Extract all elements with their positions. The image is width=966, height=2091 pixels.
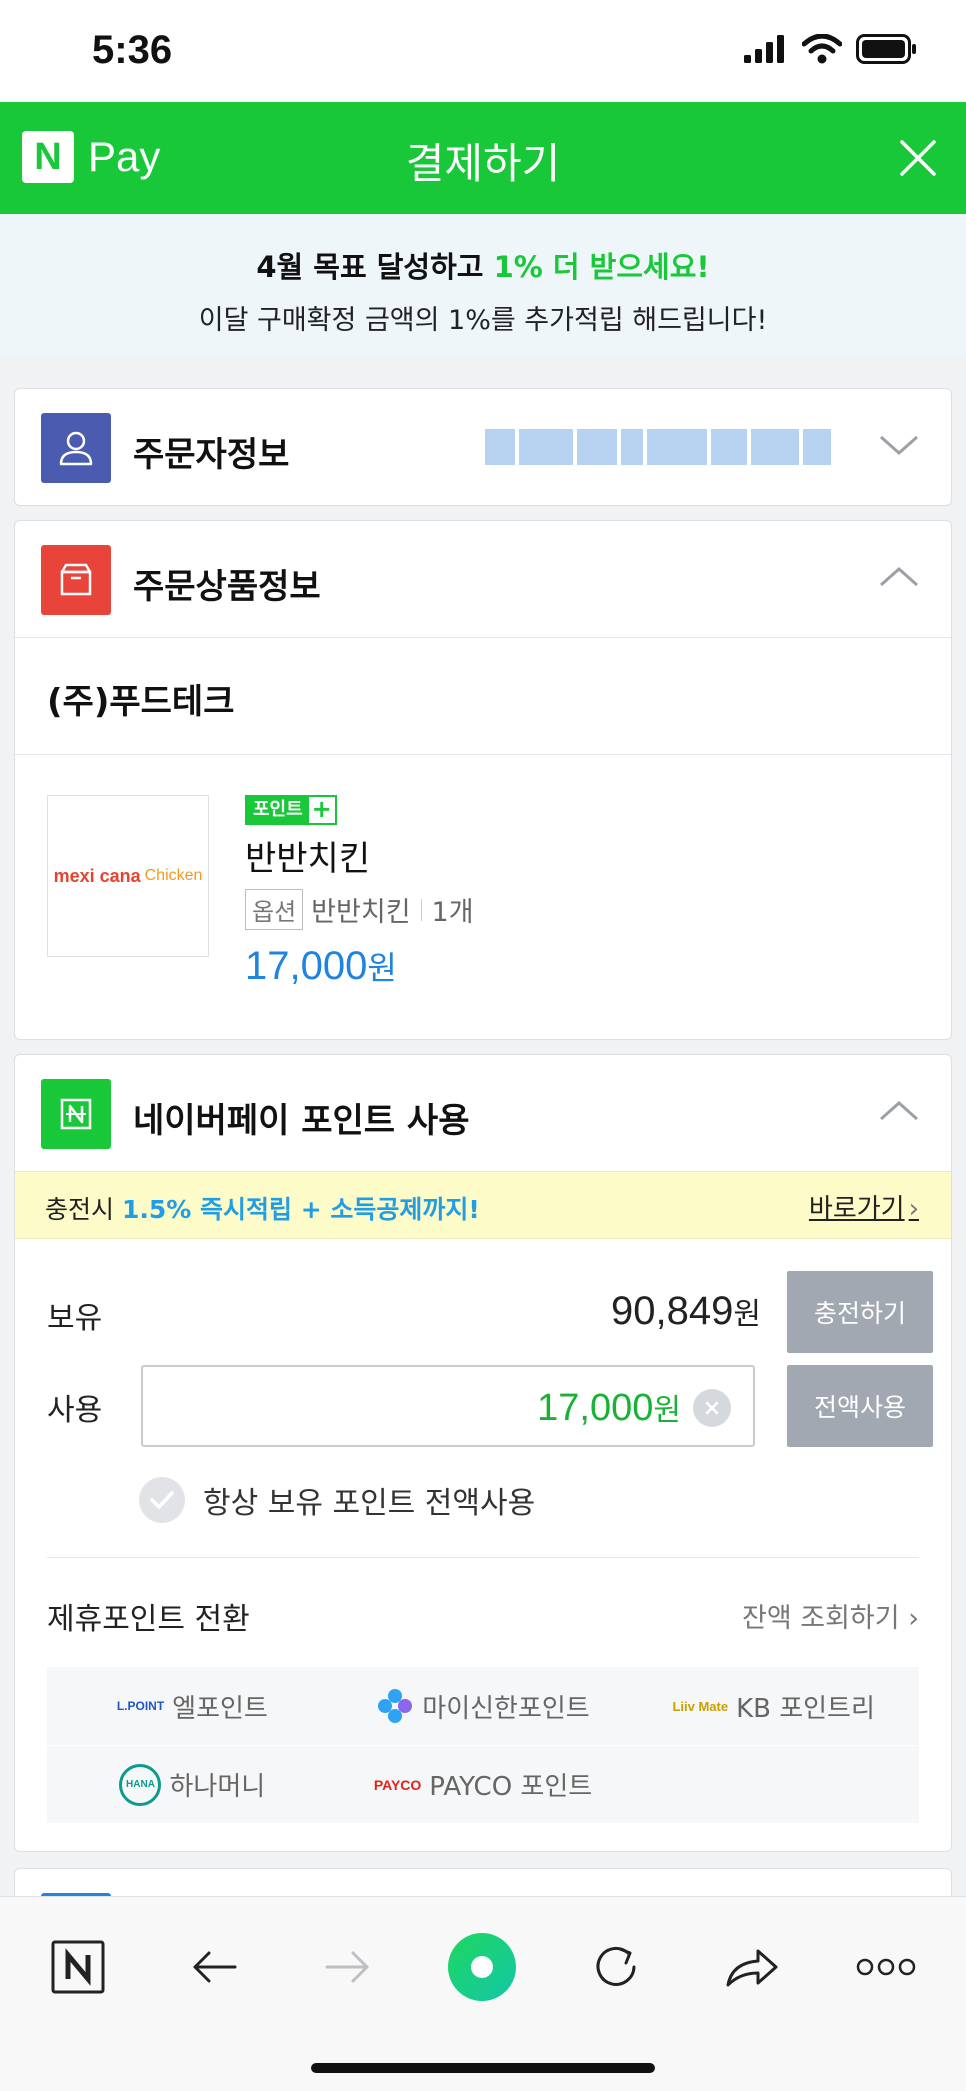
- app-header: N Pay 결제하기: [0, 102, 966, 214]
- chevron-up-icon[interactable]: [877, 561, 921, 593]
- wifi-icon: [802, 34, 842, 64]
- hold-label: 보유: [47, 1301, 103, 1336]
- use-amount-input[interactable]: 17,000원: [141, 1365, 755, 1447]
- product-thumbnail[interactable]: mexi cana Chicken: [47, 795, 209, 957]
- product-item: mexi cana Chicken 포인트 + 반반치킨 옵션 반반치킨 1개 …: [15, 755, 951, 1037]
- point-plus-badge: 포인트 +: [245, 795, 337, 825]
- option-tag: 옵션: [245, 889, 304, 930]
- point-balance-area: 보유 90,849원 충전하기 사용 17,000원 전액사용 항상 보유 포인…: [15, 1239, 951, 1557]
- share-icon[interactable]: [712, 1927, 792, 2007]
- always-use-all-label: 항상 보유 포인트 전액사용: [203, 1486, 536, 1521]
- use-amount-value: 17,000원: [537, 1387, 681, 1429]
- buyer-info-masked: [485, 429, 865, 465]
- shinhan-logo-icon: [378, 1689, 413, 1723]
- hana-logo-icon: HANA: [119, 1763, 162, 1806]
- charge-promo-text: 충전시 1.5% 즉시적립 + 소득공제까지!: [45, 1195, 480, 1224]
- use-label: 사용: [47, 1393, 103, 1428]
- point-section-title: 네이버페이 포인트 사용: [133, 1101, 470, 1141]
- status-time: 5:36: [92, 28, 173, 72]
- always-use-all-checkbox[interactable]: 항상 보유 포인트 전액사용: [139, 1477, 535, 1523]
- status-bar: 5:36: [0, 0, 966, 102]
- partner-payco[interactable]: PAYCO PAYCO 포인트: [338, 1766, 629, 1803]
- refresh-icon[interactable]: [576, 1927, 656, 2007]
- point-section: 네이버페이 포인트 사용 충전시 1.5% 즉시적립 + 소득공제까지! 바로가…: [14, 1054, 952, 1852]
- status-icons: [744, 34, 918, 64]
- balance-check-link[interactable]: 잔액 조회하기 ›: [742, 1596, 919, 1635]
- cellular-signal-icon: [744, 35, 784, 63]
- partner-point-title: 제휴포인트 전환: [47, 1602, 250, 1637]
- use-all-button[interactable]: 전액사용: [787, 1365, 933, 1447]
- partner-point-grid: L.POINT 엘포인트 마이신한포인트 Liiv Mate KB 포인트리 H…: [47, 1667, 919, 1823]
- charge-shortcut-link[interactable]: 바로가기 ›: [809, 1188, 919, 1225]
- product-info-header[interactable]: 주문상품정보: [15, 521, 951, 637]
- naver-point-icon: [41, 1079, 111, 1149]
- naver-home-icon[interactable]: [38, 1927, 118, 2007]
- option-value: 반반치킨: [311, 897, 411, 928]
- charge-promo-highlight: 1.5% 즉시적립 + 소득공제까지!: [121, 1195, 480, 1224]
- hold-value: 90,849원: [611, 1289, 761, 1333]
- brand-logo-sub: Chicken: [144, 867, 203, 884]
- quantity: 1개: [431, 897, 474, 928]
- promo-banner[interactable]: 4월 목표 달성하고 1% 더 받으세요! 이달 구매확정 금액의 1%를 추가…: [0, 214, 966, 358]
- product-info-section: 주문상품정보 (주)푸드테크 mexi cana Chicken 포인트 + 반…: [14, 520, 952, 1040]
- product-option: 옵션 반반치킨 1개: [245, 889, 474, 930]
- promo-highlight: 1% 더 받으세요!: [493, 250, 710, 284]
- partner-hana-money[interactable]: HANA 하나머니: [47, 1763, 338, 1806]
- clear-icon[interactable]: [693, 1389, 731, 1427]
- partner-kb-pointree[interactable]: Liiv Mate KB 포인트리: [628, 1688, 919, 1725]
- browser-toolbar: [0, 1896, 966, 2091]
- check-icon[interactable]: [139, 1477, 185, 1523]
- battery-icon: [856, 34, 916, 64]
- box-icon: [41, 545, 111, 615]
- payco-logo-icon: PAYCO: [373, 1776, 422, 1793]
- home-indicator: [311, 2063, 655, 2073]
- forward-icon[interactable]: [308, 1927, 388, 2007]
- product-info-title: 주문상품정보: [133, 567, 321, 607]
- divider: [420, 898, 422, 921]
- chevron-right-icon: ›: [908, 1194, 919, 1224]
- partner-point-header: 제휴포인트 전환 잔액 조회하기 ›: [47, 1557, 919, 1667]
- chevron-down-icon[interactable]: [877, 429, 921, 461]
- liiv-mate-logo-icon: Liiv Mate: [672, 1698, 729, 1714]
- promo-headline: 4월 목표 달성하고 1% 더 받으세요!: [256, 250, 710, 284]
- charge-promo-bar: 충전시 1.5% 즉시적립 + 소득공제까지! 바로가기 ›: [15, 1171, 951, 1239]
- product-price: 17,000원: [245, 944, 397, 988]
- person-icon: [41, 413, 111, 483]
- buyer-info-title: 주문자정보: [133, 435, 290, 475]
- partner-my-shinhan[interactable]: 마이신한포인트: [338, 1687, 629, 1725]
- more-icon[interactable]: [846, 1927, 926, 2007]
- buyer-info-header[interactable]: 주문자정보: [15, 389, 951, 505]
- promo-subtext: 이달 구매확정 금액의 1%를 추가적립 해드립니다!: [198, 305, 768, 336]
- buyer-info-section[interactable]: 주문자정보: [14, 388, 952, 506]
- partner-lpoint[interactable]: L.POINT 엘포인트: [47, 1688, 338, 1725]
- chevron-up-icon[interactable]: [877, 1095, 921, 1127]
- page-title: 결제하기: [405, 139, 561, 188]
- brand-logo: mexi cana: [53, 866, 141, 886]
- close-icon[interactable]: [888, 128, 948, 188]
- charge-button[interactable]: 충전하기: [787, 1271, 933, 1353]
- green-dot-icon[interactable]: [442, 1927, 522, 2007]
- product-name: 반반치킨: [245, 839, 371, 879]
- back-icon[interactable]: [174, 1927, 254, 2007]
- point-section-header[interactable]: 네이버페이 포인트 사용: [15, 1055, 951, 1171]
- seller-name: (주)푸드테크: [47, 682, 235, 722]
- lpoint-logo-icon: L.POINT: [116, 1699, 165, 1713]
